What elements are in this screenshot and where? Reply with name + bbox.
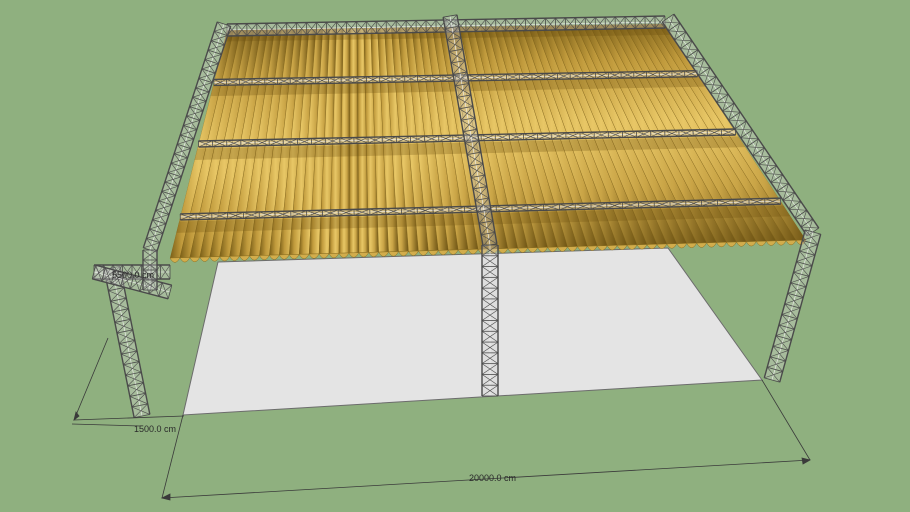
depth-dimension-label: 1500.0 cm bbox=[134, 424, 176, 434]
center-column bbox=[481, 244, 499, 397]
modeling-viewport[interactable]: 5500.0 cm 1500.0 cm 20000.0 cm bbox=[0, 0, 910, 512]
stage-roof-model[interactable]: 5500.0 cm 1500.0 cm 20000.0 cm bbox=[0, 0, 910, 512]
right-column bbox=[763, 229, 822, 383]
height-dimension-label: 5500.0 cm bbox=[112, 270, 154, 280]
stage-floor bbox=[182, 247, 763, 416]
width-dimension-label: 20000.0 cm bbox=[469, 473, 516, 483]
